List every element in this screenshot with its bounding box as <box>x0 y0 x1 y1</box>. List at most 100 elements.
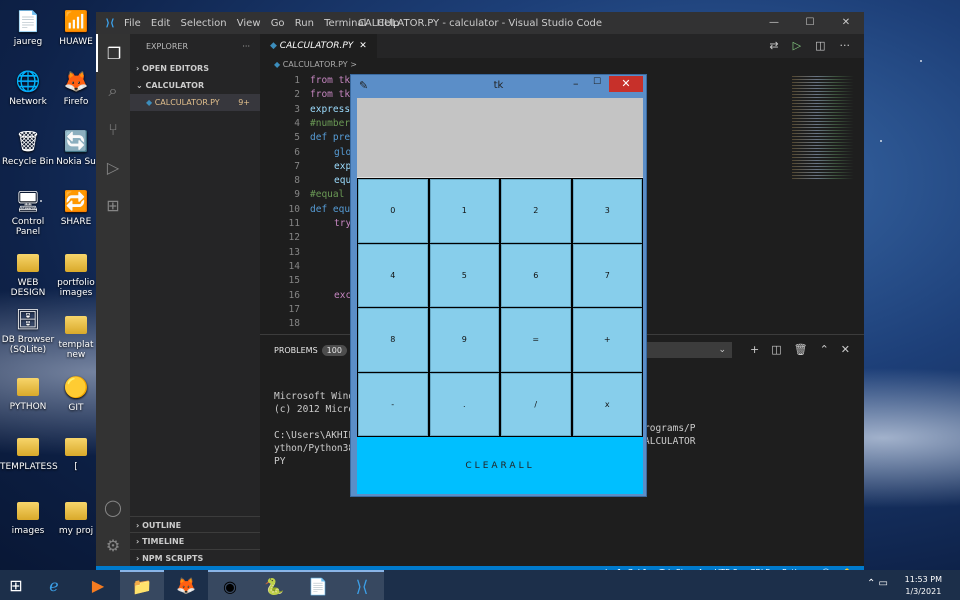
desktop-icon[interactable]: 🗄 DB Browser (SQLite) <box>0 306 56 355</box>
npm-scripts-section[interactable]: › NPM SCRIPTS <box>130 549 260 567</box>
menu-help[interactable]: Help <box>377 18 400 29</box>
desktop-icon[interactable]: my proj <box>56 498 96 536</box>
menu-run[interactable]: Run <box>295 18 314 29</box>
start-button[interactable]: ⊞ <box>0 570 32 600</box>
calc-key[interactable]: 7 <box>572 243 642 307</box>
minimize-icon[interactable]: — <box>756 12 792 34</box>
desktop-icon[interactable]: 🟡 GIT <box>56 374 96 413</box>
folder-icon <box>65 502 87 520</box>
calc-key[interactable]: 6 <box>501 243 571 307</box>
maximize-panel-icon[interactable]: ⌃ <box>820 343 829 356</box>
run-debug-icon[interactable]: ▷ <box>96 148 130 186</box>
folder-section[interactable]: ⌄ CALCULATOR <box>130 77 260 94</box>
calc-key[interactable]: 8 <box>358 308 428 372</box>
close-icon[interactable]: ✕ <box>828 12 864 34</box>
desktop-icon[interactable]: 🖥 Control Panel <box>0 188 56 237</box>
file-calculator-py[interactable]: ◆ CALCULATOR.PY 9+ <box>130 94 260 111</box>
close-tab-icon[interactable]: ✕ <box>359 41 367 51</box>
line-number: 15 <box>288 275 300 287</box>
calc-key[interactable]: - <box>358 372 428 436</box>
desktop-icon[interactable]: WEB DESIGN <box>0 250 56 298</box>
menu-view[interactable]: View <box>237 18 261 29</box>
more-actions-icon[interactable]: ··· <box>242 34 250 60</box>
maximize-icon[interactable]: ☐ <box>593 77 601 87</box>
taskbar-notepad[interactable]: 📄 <box>296 570 340 600</box>
taskbar-chrome[interactable]: ◉ <box>208 570 252 600</box>
taskbar-vscode[interactable]: ⟩⟨ <box>340 570 384 600</box>
calc-key[interactable]: 3 <box>572 179 642 243</box>
explorer-sidebar: EXPLORER ··· › OPEN EDITORS ⌄ CALCULATOR … <box>130 34 260 566</box>
tk-titlebar[interactable]: ✎ tk – ☐ ✕ <box>351 75 646 97</box>
taskbar-media[interactable]: ▶ <box>76 570 120 600</box>
compare-icon[interactable]: ⇄ <box>769 34 778 58</box>
terminal-shell-select[interactable]: n⌄ <box>632 342 732 358</box>
explorer-icon[interactable]: ❐ <box>96 34 130 72</box>
account-icon[interactable]: ◯ <box>96 488 130 526</box>
trash-icon[interactable]: 🗑 <box>794 343 808 356</box>
problems-count-badge: 100 <box>321 344 347 356</box>
menu-go[interactable]: Go <box>271 18 285 29</box>
desktop-icon[interactable]: images <box>0 498 56 536</box>
close-panel-icon[interactable]: ✕ <box>841 343 850 356</box>
taskbar-ie[interactable]: ℯ <box>32 570 76 600</box>
desktop-icon[interactable]: 🌐 Network <box>0 68 56 107</box>
menu-terminal[interactable]: Terminal <box>324 18 366 29</box>
code-line: exc <box>334 289 352 301</box>
desktop-icon[interactable]: TEMPLATESS <box>0 434 58 472</box>
desktop-icon[interactable]: portfolio images <box>56 250 96 298</box>
calc-key[interactable]: / <box>501 372 571 436</box>
open-editors-section[interactable]: › OPEN EDITORS <box>130 60 260 77</box>
clock[interactable]: 11:53 PM 1/3/2021 <box>905 574 942 598</box>
calc-key[interactable]: x <box>572 372 642 436</box>
desktop-icon[interactable]: 📶 HUAWE <box>56 8 96 47</box>
chrome-icon: 🟡 <box>63 375 89 399</box>
maximize-icon[interactable]: ☐ <box>792 12 828 34</box>
desktop-icon[interactable]: [ <box>56 434 96 472</box>
source-control-icon[interactable]: ⑂ <box>96 110 130 148</box>
taskbar-python[interactable]: 🐍 <box>252 570 296 600</box>
new-terminal-icon[interactable]: + <box>750 343 759 356</box>
tab-problems[interactable]: PROBLEMS <box>274 346 318 355</box>
calc-key[interactable]: . <box>429 372 499 436</box>
clear-all-button[interactable]: CLEARALL <box>357 437 643 494</box>
menu-file[interactable]: File <box>124 18 141 29</box>
calc-key[interactable]: + <box>572 308 642 372</box>
extensions-icon[interactable]: ⊞ <box>96 186 130 224</box>
tray-icons[interactable]: ⌃ ▭ <box>867 578 888 589</box>
run-file-icon[interactable]: ▷ <box>793 34 801 58</box>
minimize-icon[interactable]: – <box>573 77 579 90</box>
close-button[interactable]: ✕ <box>609 76 643 92</box>
tab-calculator-py[interactable]: ◆ CALCULATOR.PY ✕ <box>260 34 377 58</box>
desktop-icon[interactable]: 🔄 Nokia Su <box>56 128 96 167</box>
desktop-icon[interactable]: 🦊 Firefo <box>56 68 96 107</box>
line-number: 9 <box>294 189 300 201</box>
calc-key[interactable]: = <box>501 308 571 372</box>
calc-key[interactable]: 2 <box>501 179 571 243</box>
calc-key[interactable]: 5 <box>429 243 499 307</box>
taskbar-explorer[interactable]: 📁 <box>120 570 164 600</box>
more-actions-icon[interactable]: ··· <box>840 34 851 58</box>
timeline-section[interactable]: › TIMELINE <box>130 532 260 550</box>
split-terminal-icon[interactable]: ◫ <box>771 343 781 356</box>
split-editor-icon[interactable]: ◫ <box>815 34 825 58</box>
desktop-icon[interactable]: 🔁 SHARE <box>56 188 96 227</box>
desktop-icon[interactable]: templat new <box>56 312 96 360</box>
calc-key[interactable]: 4 <box>358 243 428 307</box>
desktop-icon[interactable]: 🗑 Recycle Bin <box>0 128 56 167</box>
search-icon[interactable]: ⌕ <box>96 72 130 110</box>
desktop-icon[interactable]: PYTHON <box>0 374 56 412</box>
minimap[interactable] <box>792 74 854 179</box>
breadcrumb[interactable]: ◆ CALCULATOR.PY > <box>260 58 864 72</box>
taskbar-firefox[interactable]: 🦊 <box>164 570 208 600</box>
settings-gear-icon[interactable]: ⚙ <box>96 526 130 564</box>
internet-explorer-icon: ℯ <box>49 575 59 595</box>
desktop-icon[interactable]: 📄 jaureg <box>0 8 56 47</box>
line-number: 12 <box>288 232 300 244</box>
explorer-header: EXPLORER ··· <box>130 34 260 60</box>
terminal-line: ALCULATOR <box>644 436 696 447</box>
calc-key[interactable]: 9 <box>429 308 499 372</box>
menu-edit[interactable]: Edit <box>151 18 170 29</box>
menu-selection[interactable]: Selection <box>180 18 226 29</box>
calc-key[interactable]: 1 <box>429 179 499 243</box>
calc-key[interactable]: 0 <box>358 179 428 243</box>
